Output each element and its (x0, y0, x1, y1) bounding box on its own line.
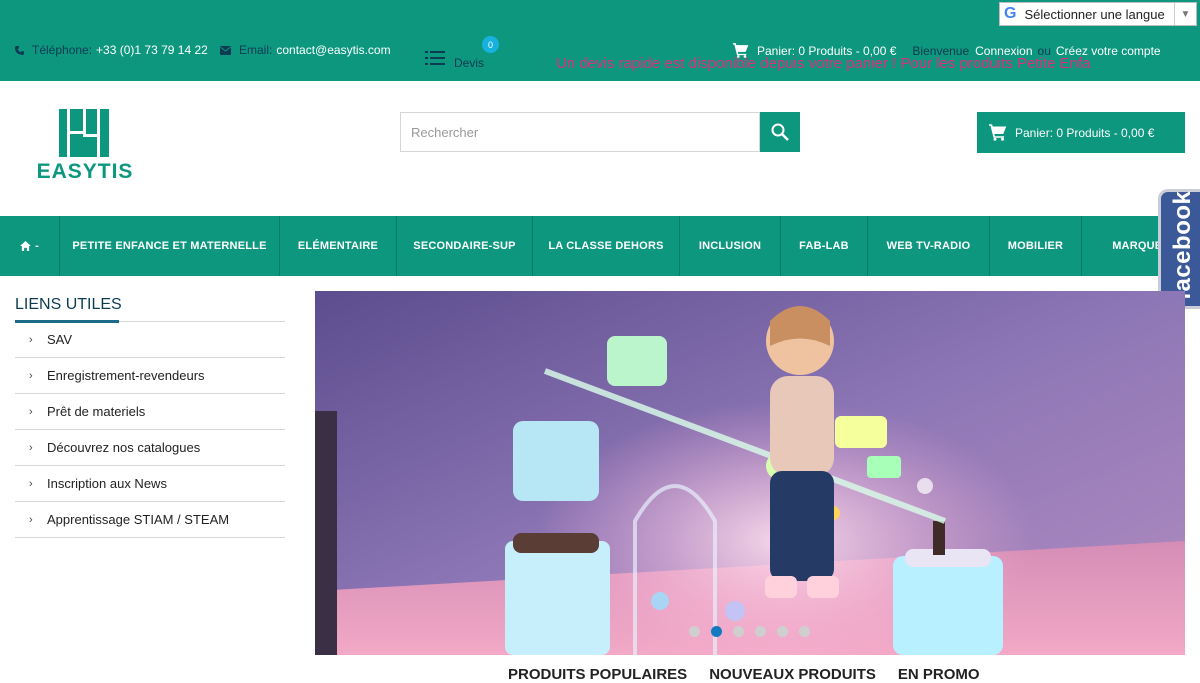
facebook-label: facebook (1169, 190, 1196, 300)
logo[interactable]: EASYTIS (35, 109, 135, 184)
chevron-right-icon: › (29, 369, 33, 382)
search-bar (400, 112, 800, 152)
home-icon (20, 241, 32, 251)
sidebar-item-stiam[interactable]: › Apprentissage STIAM / STEAM (15, 502, 285, 538)
tab-new-products[interactable]: NOUVEAUX PRODUITS (709, 666, 876, 683)
chevron-right-icon: › (29, 513, 33, 526)
phone-contact: Téléphone: +33 (0)1 73 79 14 22 (15, 43, 208, 57)
search-input[interactable] (400, 112, 760, 152)
nav-item-classe-dehors[interactable]: LA CLASSE DEHORS (533, 216, 680, 276)
search-icon (771, 123, 789, 141)
sidebar-item-label: SAV (47, 332, 73, 347)
search-button[interactable] (760, 112, 800, 152)
useful-links-sidebar: LIENS UTILES › SAV › Enregistrement-revend… (15, 290, 285, 538)
site-header: EASYTIS Panier: 0 Produits - 0,00 € (0, 81, 1200, 216)
nav-item-mobilier[interactable]: MOBILIER (990, 216, 1082, 276)
tab-popular-products[interactable]: PRODUITS POPULAIRES (508, 666, 687, 683)
tab-promo[interactable]: EN PROMO (898, 666, 980, 683)
email-label: Email: (239, 43, 273, 57)
slider-dot[interactable] (777, 626, 788, 637)
nav-item-secondaire-sup[interactable]: SECONDAIRE-SUP (397, 216, 533, 276)
cart-button[interactable]: Panier: 0 Produits - 0,00 € (977, 112, 1185, 153)
language-label: Sélectionner une langue (1024, 6, 1165, 22)
nav-item-label: ELÉMENTAIRE (297, 240, 379, 252)
nav-item-label: WEB TV-RADIO (886, 240, 971, 252)
sidebar-item-label: Découvrez nos catalogues (47, 440, 201, 455)
login-link[interactable]: Connexion (975, 44, 1032, 58)
main-nav: - PETITE ENFANCE ET MATERNELLE ELÉMENTAI… (0, 216, 1200, 276)
nav-item-label: LA CLASSE DEHORS (548, 240, 664, 252)
top-right-links: Panier: 0 Produits - 0,00 € Bienvenue Co… (733, 43, 1161, 58)
devis-count-badge: 0 (482, 36, 499, 53)
sidebar-item-revendeurs[interactable]: › Enregistrement-revendeurs (15, 358, 285, 394)
nav-item-petite-enfance[interactable]: PETITE ENFANCE ET MATERNELLE (60, 216, 280, 276)
sidebar-item-label: Prêt de materiels (47, 404, 146, 419)
chevron-right-icon: › (29, 477, 33, 490)
devis-label: Devis (454, 56, 485, 70)
sidebar-item-label: Inscription aux News (47, 476, 167, 491)
product-tabs: PRODUITS POPULAIRES NOUVEAUX PRODUITS EN… (508, 666, 1002, 683)
logo-mark-icon (59, 109, 109, 157)
hero-image (315, 291, 1185, 655)
slider-dot-active[interactable] (711, 626, 722, 637)
devis-button[interactable]: 0 Devis (423, 36, 503, 72)
nav-item-label: SECONDAIRE-SUP (413, 240, 516, 252)
slider-dot[interactable] (689, 626, 700, 637)
slider-dot[interactable] (733, 626, 744, 637)
top-cart-link[interactable]: Panier: 0 Produits - 0,00 € (757, 44, 896, 58)
slider-dots (689, 626, 821, 637)
sidebar-item-catalogues[interactable]: › Découvrez nos catalogues (15, 430, 285, 466)
language-selector[interactable]: G Sélectionner une langue ▼ (999, 2, 1197, 26)
google-icon: G (1004, 5, 1017, 22)
envelope-icon (220, 45, 231, 55)
chevron-right-icon: › (29, 333, 33, 346)
welcome-label: Bienvenue (912, 43, 970, 58)
chevron-right-icon: › (29, 441, 33, 454)
nav-item-label: INCLUSION (698, 240, 762, 252)
hero-slider[interactable] (315, 291, 1185, 655)
sidebar-item-label: Apprentissage STIAM / STEAM (47, 512, 230, 527)
email-link[interactable]: contact@easytis.com (276, 43, 390, 57)
nav-item-home-label: - (35, 240, 39, 252)
email-contact: Email: contact@easytis.com (220, 43, 391, 57)
nav-item-label: MOBILIER (1007, 240, 1064, 252)
logo-text: EASYTIS (36, 160, 134, 183)
nav-item-elementaire[interactable]: ELÉMENTAIRE (280, 216, 397, 276)
sidebar-item-pret[interactable]: › Prêt de materiels (15, 394, 285, 430)
chevron-right-icon: › (29, 405, 33, 418)
list-icon (425, 51, 445, 65)
sidebar-list: › SAV › Enregistrement-revendeurs › Prêt de… (15, 322, 285, 538)
top-bar: Téléphone: +33 (0)1 73 79 14 22 Email: c… (0, 0, 1200, 81)
nav-item-label: PETITE ENFANCE ET MATERNELLE (72, 240, 267, 252)
cart-button-label: Panier: 0 Produits - 0,00 € (1015, 125, 1155, 140)
phone-number[interactable]: +33 (0)1 73 79 14 22 (96, 43, 208, 57)
nav-item-label: FAB-LAB (799, 240, 849, 252)
cart-icon (989, 124, 1007, 141)
nav-item-fab-lab[interactable]: FAB-LAB (781, 216, 868, 276)
or-label: ou (1037, 43, 1051, 58)
slider-dot[interactable] (799, 626, 810, 637)
cart-icon (733, 43, 749, 58)
sidebar-item-news[interactable]: › Inscription aux News (15, 466, 285, 502)
sidebar-title: LIENS UTILES (15, 290, 285, 323)
nav-item-web-tv-radio[interactable]: WEB TV-RADIO (868, 216, 990, 276)
phone-label: Téléphone: (32, 43, 93, 57)
nav-item-inclusion[interactable]: INCLUSION (680, 216, 781, 276)
dropdown-caret-icon: ▼ (1174, 3, 1196, 25)
nav-item-home[interactable]: - (0, 216, 60, 276)
register-link[interactable]: Créez votre compte (1056, 44, 1161, 58)
sidebar-item-label: Enregistrement-revendeurs (47, 368, 205, 383)
phone-icon (15, 45, 24, 55)
slider-dot[interactable] (755, 626, 766, 637)
sidebar-item-sav[interactable]: › SAV (15, 322, 285, 358)
